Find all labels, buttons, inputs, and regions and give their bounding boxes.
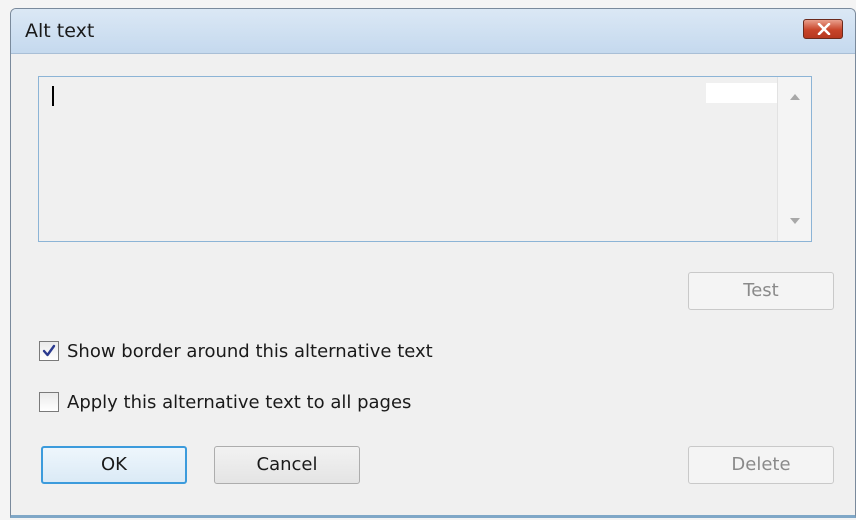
dialog-content: Test Show border around this alternative… — [11, 54, 855, 515]
vertical-scrollbar[interactable] — [777, 77, 811, 241]
scroll-up-arrow-icon[interactable] — [789, 93, 801, 101]
cancel-button[interactable]: Cancel — [214, 446, 360, 484]
ok-button[interactable]: OK — [41, 446, 187, 484]
apply-all-pages-option[interactable]: Apply this alternative text to all pages — [39, 390, 411, 414]
show-border-option[interactable]: Show border around this alternative text — [39, 339, 433, 363]
delete-button[interactable]: Delete — [688, 446, 834, 484]
alt-text-dialog: Alt text Test Show border around this al… — [10, 8, 856, 518]
show-border-label: Show border around this alternative text — [67, 340, 433, 362]
apply-all-pages-label: Apply this alternative text to all pages — [67, 391, 412, 413]
close-icon — [817, 23, 831, 35]
scroll-down-arrow-icon[interactable] — [789, 217, 801, 225]
text-caret — [52, 86, 54, 106]
alt-text-input[interactable] — [38, 76, 812, 242]
test-button[interactable]: Test — [688, 272, 834, 310]
checkmark-icon — [42, 344, 56, 357]
show-border-checkbox[interactable] — [39, 341, 59, 361]
dialog-title: Alt text — [25, 20, 95, 42]
close-button[interactable] — [803, 19, 843, 39]
title-bar[interactable]: Alt text — [11, 9, 855, 54]
apply-all-pages-checkbox[interactable] — [39, 392, 59, 412]
